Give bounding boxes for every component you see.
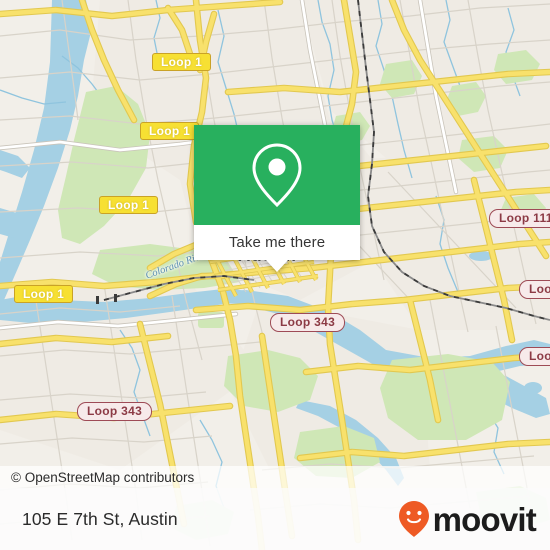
location-pin-icon	[252, 143, 302, 208]
popup-image-placeholder	[194, 125, 360, 225]
footer-bar: 105 E 7th St, Austin moovit	[0, 488, 550, 550]
address-label: 105 E 7th St, Austin	[22, 508, 178, 529]
road-badge-loop-edge-a[interactable]: Loop	[519, 280, 550, 299]
location-popup-card[interactable]: Take me there	[194, 125, 360, 272]
road-badge-loop-1-a[interactable]: Loop 1	[152, 53, 212, 71]
road-badge-loop-edge-b[interactable]: Loop	[519, 347, 550, 366]
map-attribution-bar: © OpenStreetMap contributors	[0, 466, 550, 488]
moovit-logo[interactable]: moovit	[397, 500, 550, 538]
moovit-wordmark: moovit	[432, 500, 537, 538]
road-badge-loop-1-d[interactable]: Loop 1	[14, 285, 74, 303]
popup-pointer-tail	[266, 260, 288, 272]
take-me-there-button[interactable]: Take me there	[194, 225, 360, 260]
road-badge-loop-343-b[interactable]: Loop 343	[77, 402, 153, 421]
road-badge-loop-111[interactable]: Loop 111	[489, 209, 550, 228]
map-screen: Austin Colorado River Loop 1 Loop 1 Loop…	[0, 0, 550, 550]
road-badge-loop-343-a[interactable]: Loop 343	[270, 313, 346, 332]
road-badge-loop-1-b[interactable]: Loop 1	[140, 122, 200, 140]
road-badge-loop-1-c[interactable]: Loop 1	[99, 196, 159, 214]
moovit-pin-icon	[398, 501, 429, 537]
attribution-text[interactable]: © OpenStreetMap contributors	[0, 470, 194, 485]
